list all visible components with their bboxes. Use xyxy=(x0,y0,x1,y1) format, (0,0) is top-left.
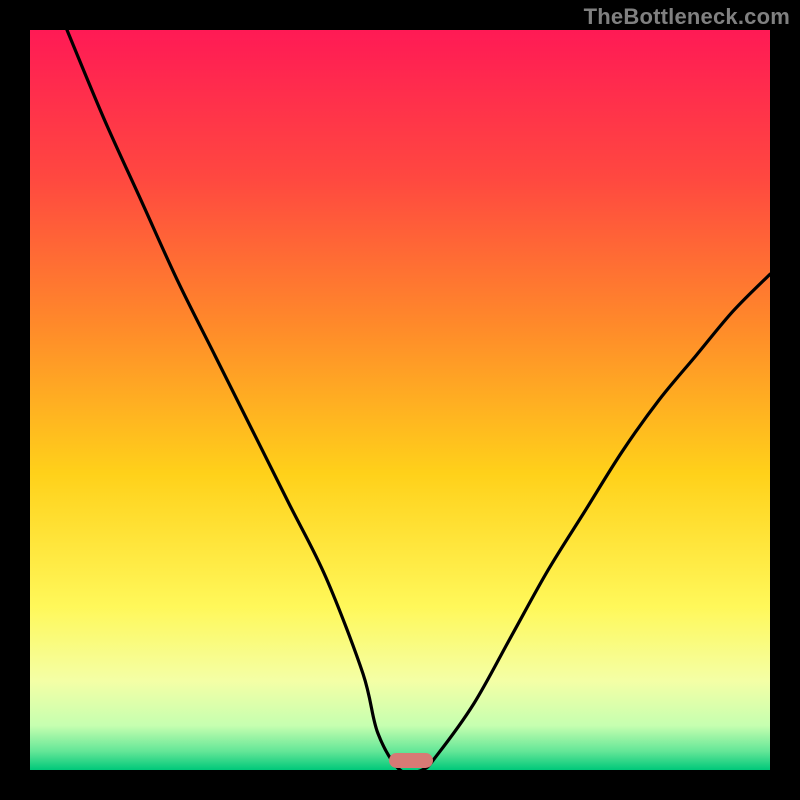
chart-stage: TheBottleneck.com xyxy=(0,0,800,800)
plot-area xyxy=(30,30,770,770)
minimum-marker xyxy=(389,753,433,768)
watermark-text: TheBottleneck.com xyxy=(584,4,790,30)
bottleneck-curve xyxy=(30,30,770,770)
